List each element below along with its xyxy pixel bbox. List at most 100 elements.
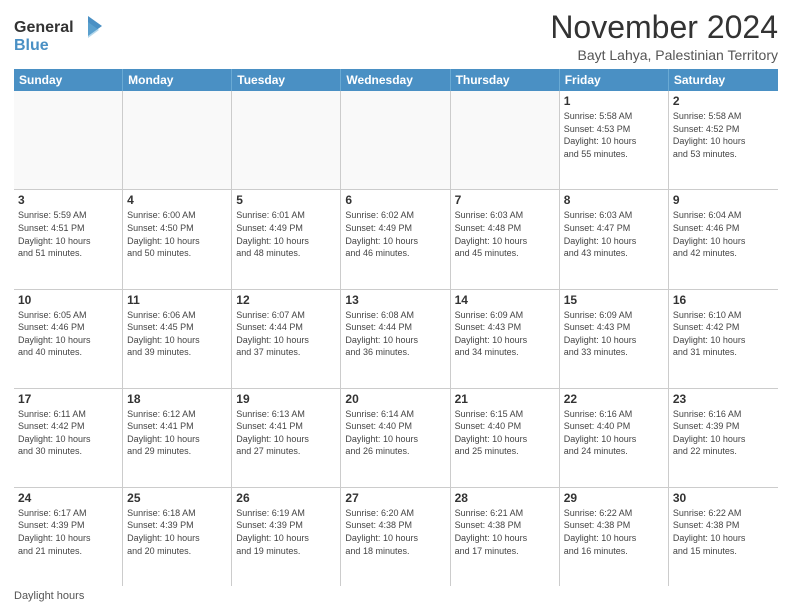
cal-empty-cell <box>451 91 560 189</box>
cal-day-3: 3 Sunrise: 5:59 AMSunset: 4:51 PMDaylight… <box>14 190 123 288</box>
cal-day-12: 12Sunrise: 6:07 AMSunset: 4:44 PMDayligh… <box>232 290 341 388</box>
cal-header-sunday: Sunday <box>14 69 123 91</box>
cal-empty-cell <box>341 91 450 189</box>
calendar: SundayMondayTuesdayWednesdayThursdayFrid… <box>14 69 778 586</box>
cal-day-18: 18 Sunrise: 6:12 AMSunset: 4:41 PMDayligh… <box>123 389 232 487</box>
day-number: 20 <box>345 392 445 406</box>
cal-week-2: 3 Sunrise: 5:59 AMSunset: 4:51 PMDaylight… <box>14 190 778 289</box>
day-number: 1 <box>564 94 664 108</box>
cal-day-4: 4 Sunrise: 6:00 AMSunset: 4:50 PMDaylight… <box>123 190 232 288</box>
day-info: Sunrise: 6:03 AMSunset: 4:47 PMDaylight:… <box>564 209 664 259</box>
day-number: 23 <box>673 392 774 406</box>
day-number: 15 <box>564 293 664 307</box>
day-number: 7 <box>455 193 555 207</box>
cal-day-6: 6 Sunrise: 6:02 AMSunset: 4:49 PMDaylight… <box>341 190 450 288</box>
cal-day-14: 14 Sunrise: 6:09 AMSunset: 4:43 PMDayligh… <box>451 290 560 388</box>
day-number: 2 <box>673 94 774 108</box>
day-number: 19 <box>236 392 336 406</box>
day-number: 22 <box>564 392 664 406</box>
cal-week-4: 17 Sunrise: 6:11 AMSunset: 4:42 PMDayligh… <box>14 389 778 488</box>
cal-day-23: 23Sunrise: 6:16 AMSunset: 4:39 PMDayligh… <box>669 389 778 487</box>
cal-day-26: 26 Sunrise: 6:19 AMSunset: 4:39 PMDayligh… <box>232 488 341 586</box>
day-info: Sunrise: 6:10 AMSunset: 4:42 PMDaylight:… <box>673 309 774 359</box>
cal-week-5: 24 Sunrise: 6:17 AMSunset: 4:39 PMDayligh… <box>14 488 778 586</box>
day-number: 11 <box>127 293 227 307</box>
cal-week-3: 10 Sunrise: 6:05 AMSunset: 4:46 PMDayligh… <box>14 290 778 389</box>
logo-text: General Blue <box>14 14 104 61</box>
calendar-body: 1Sunrise: 5:58 AMSunset: 4:53 PMDaylight… <box>14 91 778 586</box>
main-title: November 2024 <box>550 10 778 45</box>
cal-day-21: 21Sunrise: 6:15 AMSunset: 4:40 PMDayligh… <box>451 389 560 487</box>
cal-day-22: 22 Sunrise: 6:16 AMSunset: 4:40 PMDayligh… <box>560 389 669 487</box>
logo-svg: General Blue <box>14 14 104 56</box>
day-info: Sunrise: 6:17 AMSunset: 4:39 PMDaylight:… <box>18 507 118 557</box>
cal-day-15: 15Sunrise: 6:09 AMSunset: 4:43 PMDayligh… <box>560 290 669 388</box>
cal-day-19: 19Sunrise: 6:13 AMSunset: 4:41 PMDayligh… <box>232 389 341 487</box>
day-number: 4 <box>127 193 227 207</box>
cal-day-2: 2Sunrise: 5:58 AMSunset: 4:52 PMDaylight… <box>669 91 778 189</box>
cal-day-9: 9Sunrise: 6:04 AMSunset: 4:46 PMDaylight… <box>669 190 778 288</box>
cal-day-13: 13Sunrise: 6:08 AMSunset: 4:44 PMDayligh… <box>341 290 450 388</box>
cal-day-16: 16 Sunrise: 6:10 AMSunset: 4:42 PMDayligh… <box>669 290 778 388</box>
day-number: 3 <box>18 193 118 207</box>
cal-empty-cell <box>123 91 232 189</box>
cal-header-monday: Monday <box>123 69 232 91</box>
day-info: Sunrise: 6:06 AMSunset: 4:45 PMDaylight:… <box>127 309 227 359</box>
svg-text:Blue: Blue <box>14 37 49 54</box>
day-info: Sunrise: 6:07 AMSunset: 4:44 PMDaylight:… <box>236 309 336 359</box>
cal-day-7: 7 Sunrise: 6:03 AMSunset: 4:48 PMDaylight… <box>451 190 560 288</box>
day-number: 24 <box>18 491 118 505</box>
cal-header-thursday: Thursday <box>451 69 560 91</box>
cal-day-5: 5Sunrise: 6:01 AMSunset: 4:49 PMDaylight… <box>232 190 341 288</box>
day-number: 14 <box>455 293 555 307</box>
calendar-header-row: SundayMondayTuesdayWednesdayThursdayFrid… <box>14 69 778 91</box>
cal-day-10: 10 Sunrise: 6:05 AMSunset: 4:46 PMDayligh… <box>14 290 123 388</box>
header: General Blue November 2024 Bayt Lahya, P… <box>14 10 778 63</box>
day-number: 8 <box>564 193 664 207</box>
day-info: Sunrise: 6:04 AMSunset: 4:46 PMDaylight:… <box>673 209 774 259</box>
day-info: Sunrise: 5:59 AMSunset: 4:51 PMDaylight:… <box>18 209 118 259</box>
day-info: Sunrise: 6:16 AMSunset: 4:40 PMDaylight:… <box>564 408 664 458</box>
cal-day-1: 1Sunrise: 5:58 AMSunset: 4:53 PMDaylight… <box>560 91 669 189</box>
day-info: Sunrise: 6:18 AMSunset: 4:39 PMDaylight:… <box>127 507 227 557</box>
cal-day-28: 28Sunrise: 6:21 AMSunset: 4:38 PMDayligh… <box>451 488 560 586</box>
day-info: Sunrise: 6:12 AMSunset: 4:41 PMDaylight:… <box>127 408 227 458</box>
day-info: Sunrise: 6:02 AMSunset: 4:49 PMDaylight:… <box>345 209 445 259</box>
cal-header-tuesday: Tuesday <box>232 69 341 91</box>
day-info: Sunrise: 6:11 AMSunset: 4:42 PMDaylight:… <box>18 408 118 458</box>
subtitle: Bayt Lahya, Palestinian Territory <box>550 47 778 63</box>
logo: General Blue <box>14 14 104 61</box>
day-info: Sunrise: 6:00 AMSunset: 4:50 PMDaylight:… <box>127 209 227 259</box>
day-number: 25 <box>127 491 227 505</box>
cal-week-1: 1Sunrise: 5:58 AMSunset: 4:53 PMDaylight… <box>14 91 778 190</box>
day-info: Sunrise: 6:05 AMSunset: 4:46 PMDaylight:… <box>18 309 118 359</box>
title-block: November 2024 Bayt Lahya, Palestinian Te… <box>550 10 778 63</box>
cal-header-wednesday: Wednesday <box>341 69 450 91</box>
day-number: 18 <box>127 392 227 406</box>
cal-day-11: 11 Sunrise: 6:06 AMSunset: 4:45 PMDayligh… <box>123 290 232 388</box>
cal-day-25: 25 Sunrise: 6:18 AMSunset: 4:39 PMDayligh… <box>123 488 232 586</box>
day-info: Sunrise: 6:01 AMSunset: 4:49 PMDaylight:… <box>236 209 336 259</box>
day-number: 16 <box>673 293 774 307</box>
cal-empty-cell <box>14 91 123 189</box>
cal-header-friday: Friday <box>560 69 669 91</box>
day-number: 30 <box>673 491 774 505</box>
cal-day-27: 27Sunrise: 6:20 AMSunset: 4:38 PMDayligh… <box>341 488 450 586</box>
day-number: 21 <box>455 392 555 406</box>
day-number: 17 <box>18 392 118 406</box>
day-number: 6 <box>345 193 445 207</box>
day-info: Sunrise: 6:09 AMSunset: 4:43 PMDaylight:… <box>455 309 555 359</box>
day-number: 26 <box>236 491 336 505</box>
day-info: Sunrise: 6:14 AMSunset: 4:40 PMDaylight:… <box>345 408 445 458</box>
cal-day-20: 20 Sunrise: 6:14 AMSunset: 4:40 PMDayligh… <box>341 389 450 487</box>
svg-text:General: General <box>14 19 74 36</box>
cal-day-29: 29Sunrise: 6:22 AMSunset: 4:38 PMDayligh… <box>560 488 669 586</box>
page: General Blue November 2024 Bayt Lahya, P… <box>0 0 792 612</box>
day-number: 10 <box>18 293 118 307</box>
day-info: Sunrise: 6:03 AMSunset: 4:48 PMDaylight:… <box>455 209 555 259</box>
day-info: Sunrise: 6:20 AMSunset: 4:38 PMDaylight:… <box>345 507 445 557</box>
day-info: Sunrise: 6:21 AMSunset: 4:38 PMDaylight:… <box>455 507 555 557</box>
day-number: 29 <box>564 491 664 505</box>
cal-day-17: 17 Sunrise: 6:11 AMSunset: 4:42 PMDayligh… <box>14 389 123 487</box>
day-info: Sunrise: 6:19 AMSunset: 4:39 PMDaylight:… <box>236 507 336 557</box>
